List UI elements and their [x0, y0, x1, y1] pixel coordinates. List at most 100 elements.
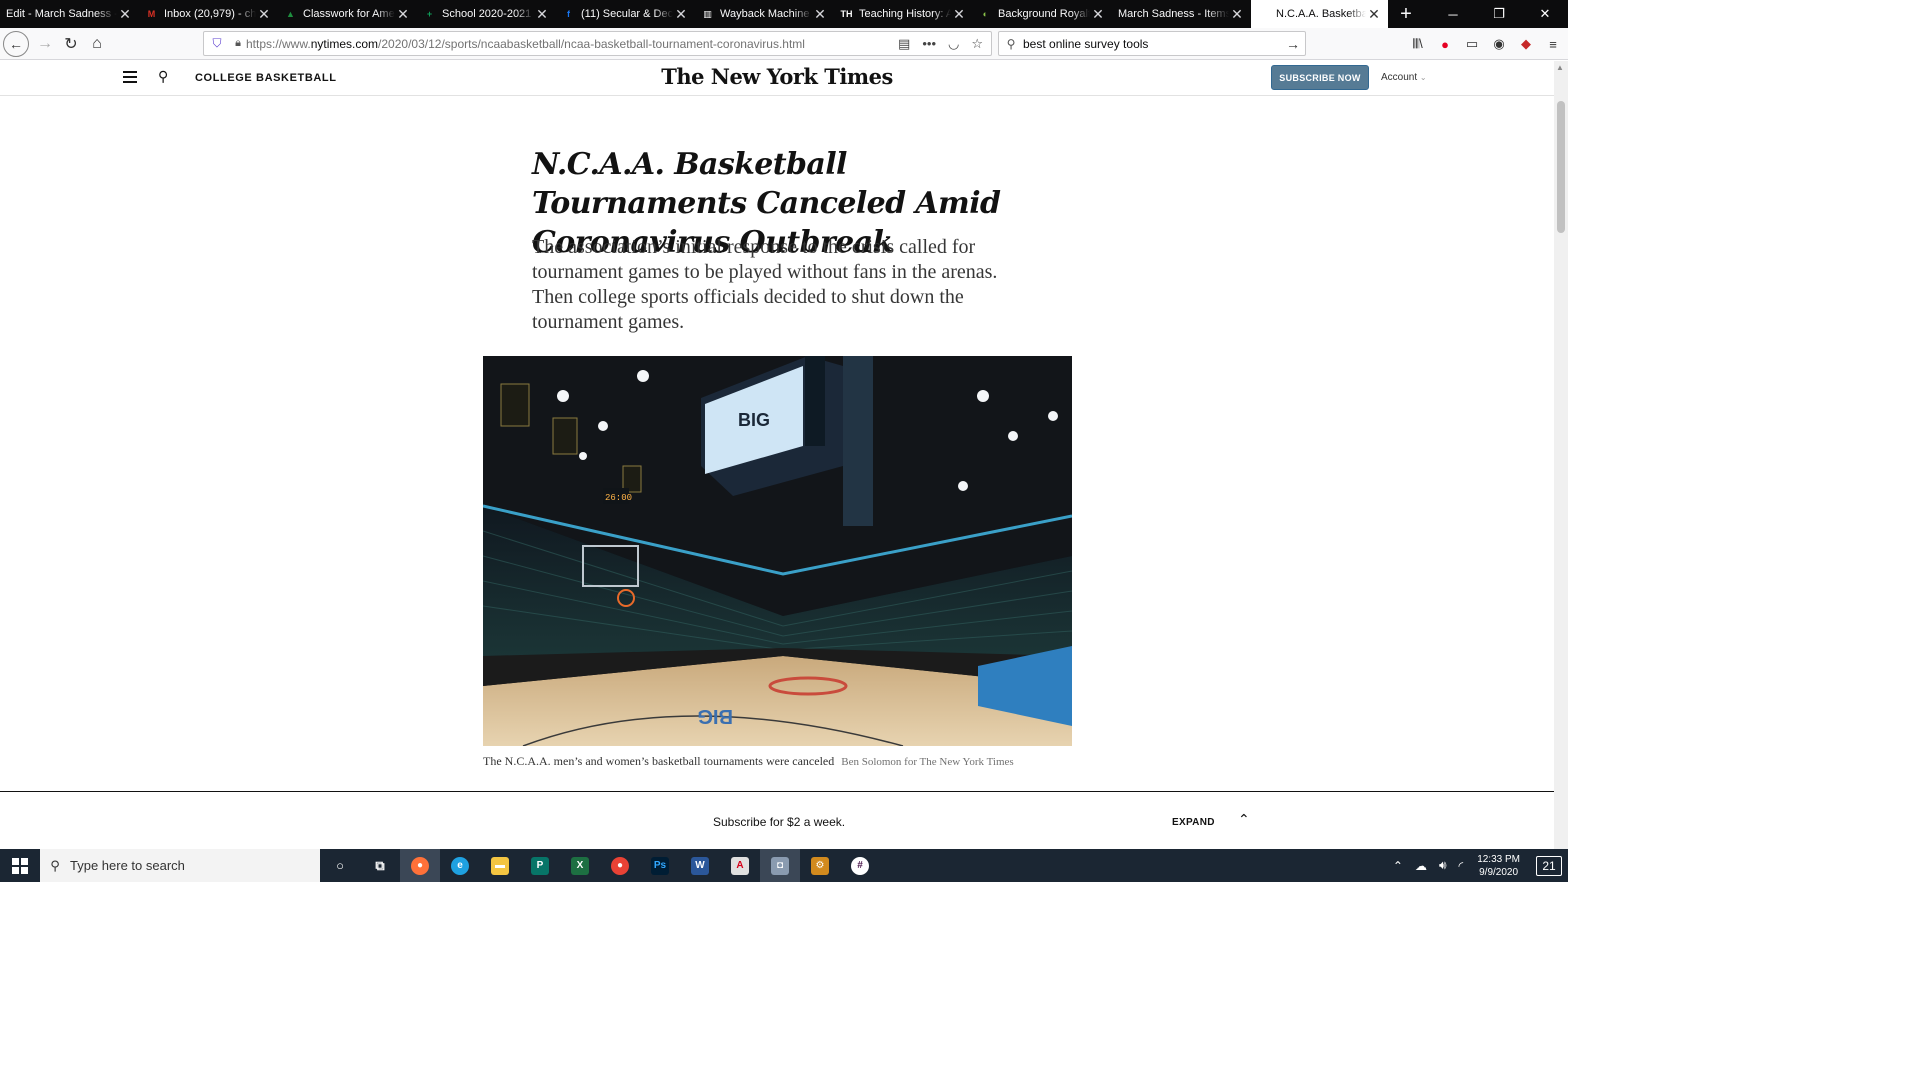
chevron-down-icon: ⌄	[1419, 73, 1427, 82]
volume-icon[interactable]: 🔊︎	[1439, 858, 1447, 873]
search-bar[interactable]: ⚲ best online survey tools →	[998, 31, 1306, 56]
file-explorer-icon[interactable]: ▬	[480, 849, 520, 882]
close-tab-icon[interactable]: ✕	[395, 6, 411, 23]
hamburger-menu-icon[interactable]	[123, 71, 137, 83]
scrollbar-thumb[interactable]	[1557, 101, 1565, 233]
navigation-toolbar: ← → ↻ ⌂ ⛉ 🔒︎ https://www.nytimes.com/202…	[0, 28, 1568, 60]
url-text[interactable]: https://www.nytimes.com/2020/03/12/sport…	[246, 37, 898, 51]
notifications-icon[interactable]: 21	[1536, 855, 1562, 876]
tab-title: Classwork for American	[303, 8, 395, 20]
network-icon[interactable]: ◜	[1459, 859, 1464, 873]
library-icon[interactable]: 𝄃𝄃\	[1409, 36, 1427, 52]
bookmark-star-icon[interactable]: ☆	[971, 36, 983, 52]
pocket-icon[interactable]: ◡	[948, 36, 959, 52]
search-icon[interactable]: ⚲	[158, 68, 168, 85]
menu-icon[interactable]: ≡	[1544, 37, 1562, 52]
clock[interactable]: 12:33 PM 9/9/2020	[1477, 853, 1520, 879]
browser-tab[interactable]: Edit - March Sadness - Items✕	[0, 0, 139, 28]
expand-button[interactable]: EXPAND	[1172, 817, 1215, 828]
tab-title: N.C.A.A. Basketball T	[1276, 8, 1366, 20]
close-tab-icon[interactable]: ✕	[1366, 6, 1382, 23]
acrobat-icon[interactable]: A	[720, 849, 760, 882]
minimize-button[interactable]: ─	[1430, 0, 1476, 28]
subscribe-offer-text[interactable]: Subscribe for $2 a week.	[713, 815, 845, 829]
tab-favicon-icon: ▲	[286, 9, 295, 19]
close-tab-icon[interactable]: ✕	[534, 6, 550, 23]
new-tab-button[interactable]: +	[1392, 3, 1420, 26]
pinterest-icon[interactable]: ●	[1436, 37, 1454, 52]
lock-icon[interactable]: 🔒︎	[230, 37, 246, 50]
settings-gear-icon[interactable]: ⚙	[800, 849, 840, 882]
cortana-icon[interactable]: ○	[320, 849, 360, 882]
scoreboard-logo-text: BIG	[738, 410, 770, 430]
chrome-icon[interactable]: ●	[600, 849, 640, 882]
tab-title: Inbox (20,979) - christine	[164, 8, 256, 20]
close-tab-icon[interactable]: ✕	[117, 6, 133, 23]
section-link[interactable]: COLLEGE BASKETBALL	[195, 72, 337, 84]
scroll-up-arrow-icon[interactable]: ▲	[1556, 63, 1564, 72]
edge-icon[interactable]: e	[440, 849, 480, 882]
forward-button[interactable]: →	[32, 31, 58, 57]
onedrive-cloud-icon[interactable]: ☁	[1415, 859, 1427, 873]
close-tab-icon[interactable]: ✕	[1090, 6, 1106, 23]
close-tab-icon[interactable]: ✕	[812, 6, 828, 23]
nyt-logo[interactable]: The New York Times	[640, 64, 914, 89]
browser-tab[interactable]: f (11) Secular & Decolonial✕	[556, 0, 695, 28]
browser-tab[interactable]: March Sadness - Items - C✕	[1112, 0, 1251, 28]
tab-title: March Sadness - Items - C	[1118, 8, 1229, 20]
court-logo-text: BIG	[697, 705, 733, 727]
browser-tab[interactable]: ▲ Classwork for American✕	[278, 0, 417, 28]
browser-tab[interactable]: + School 2020-2021 (W✕	[417, 0, 556, 28]
photo-credit: Ben Solomon for The New York Times	[841, 756, 1014, 768]
browser-tab[interactable]: TH Teaching History: A ✕	[834, 0, 973, 28]
sidebar-icon[interactable]: ▭	[1463, 36, 1481, 52]
tab-title: Background Royalty	[998, 8, 1090, 20]
page-scrollbar[interactable]: ▲	[1554, 61, 1568, 849]
reload-button[interactable]: ↻	[58, 31, 84, 57]
messenger-icon[interactable]: ◘	[760, 849, 800, 882]
browser-tab[interactable]: T N.C.A.A. Basketball T✕	[1251, 0, 1388, 28]
excel-icon[interactable]: X	[560, 849, 600, 882]
start-button[interactable]	[0, 849, 40, 882]
tab-favicon-icon: ◐	[982, 9, 989, 19]
close-tab-icon[interactable]: ✕	[256, 6, 272, 23]
close-window-button[interactable]: ✕	[1522, 0, 1568, 28]
tab-title: (11) Secular & Decolonial	[581, 8, 673, 20]
tracking-protection-shield-icon[interactable]: ⛉	[204, 36, 230, 51]
task-view-icon[interactable]: ⧉	[360, 849, 400, 882]
close-tab-icon[interactable]: ✕	[1229, 6, 1245, 23]
browser-tab[interactable]: ▥ Wayback Machine ✕	[695, 0, 834, 28]
search-input[interactable]: best online survey tools	[1023, 37, 1148, 51]
slack-icon[interactable]: #	[840, 849, 880, 882]
browser-tab[interactable]: ◐ Background Royalty ✕	[973, 0, 1112, 28]
publisher-icon[interactable]: P	[520, 849, 560, 882]
chevron-up-icon[interactable]: ⌃	[1238, 811, 1250, 828]
reader-view-icon[interactable]: ▤	[898, 36, 910, 52]
web-page: ⚲ COLLEGE BASKETBALL The New York Times …	[0, 61, 1554, 849]
search-go-arrow-icon[interactable]: →	[1281, 36, 1305, 52]
word-icon[interactable]: W	[680, 849, 720, 882]
close-tab-icon[interactable]: ✕	[673, 6, 689, 23]
account-icon[interactable]: ◉	[1490, 36, 1508, 52]
tab-favicon-icon: ▥	[703, 8, 712, 19]
page-actions-icon[interactable]: •••	[922, 36, 936, 52]
back-button[interactable]: ←	[3, 30, 29, 57]
system-tray: ⌃ ☁ 🔊︎ ◜ 12:33 PM 9/9/2020 21	[1387, 849, 1568, 882]
home-button[interactable]: ⌂	[84, 31, 110, 57]
photo-caption: The N.C.A.A. men’s and women’s basketbal…	[483, 754, 1014, 768]
account-menu[interactable]: Account ⌄	[1381, 72, 1427, 83]
subscribe-dock: Subscribe for $2 a week. EXPAND ⌃	[0, 791, 1554, 849]
photoshop-icon[interactable]: Ps	[640, 849, 680, 882]
taskbar-search-placeholder[interactable]: Type here to search	[70, 858, 185, 873]
firefox-icon[interactable]: ●	[400, 849, 440, 882]
tab-favicon-icon: +	[426, 9, 433, 19]
restore-button[interactable]: ❐	[1476, 0, 1522, 28]
url-bar[interactable]: ⛉ 🔒︎ https://www.nytimes.com/2020/03/12/…	[203, 31, 992, 56]
browser-tab[interactable]: M Inbox (20,979) - christine✕	[139, 0, 278, 28]
subscribe-now-button[interactable]: SUBSCRIBE NOW	[1271, 65, 1369, 90]
taskbar-search-box[interactable]: ⚲ Type here to search	[40, 849, 320, 882]
chevron-up-icon[interactable]: ⌃	[1393, 859, 1403, 873]
tab-title: Teaching History: A	[859, 8, 951, 20]
extension-icon[interactable]: ◆	[1517, 36, 1535, 52]
close-tab-icon[interactable]: ✕	[951, 6, 967, 23]
